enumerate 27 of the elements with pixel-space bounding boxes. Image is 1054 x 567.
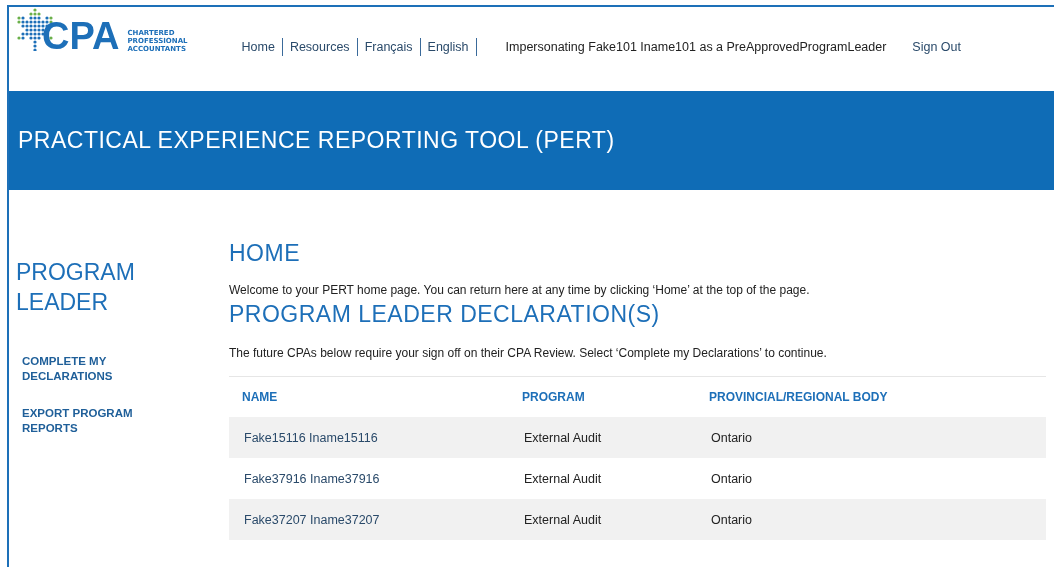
- table-cell: Ontario: [711, 430, 752, 445]
- candidate-link[interactable]: Fake15116 Iname15116: [244, 430, 378, 445]
- welcome-text: Welcome to your PERT home page. You can return here at any time by clicking ‘Home’ at the top of the page.: [229, 283, 811, 297]
- table-cell: External Audit: [524, 471, 602, 486]
- column-header: PROVINCIAL/REGIONAL BODY: [696, 376, 1046, 417]
- table-cell: Ontario: [711, 471, 752, 486]
- candidate-link[interactable]: Fake37207 Iname37207: [244, 512, 380, 527]
- impersonation-text: Impersonating Fake101 Iname101 as a PreApprovedProgramLeader: [505, 40, 887, 54]
- page-heading: HOME: [229, 240, 301, 267]
- column-header: PROGRAM: [509, 376, 696, 417]
- candidate-link[interactable]: Fake37916 Iname37916: [244, 471, 380, 486]
- banner-title: PRACTICAL EXPERIENCE REPORTING TOOL (PERT): [18, 127, 615, 154]
- nav-link[interactable]: Home: [241, 40, 275, 54]
- section-heading: PROGRAM LEADER DECLARATION(S): [229, 301, 661, 328]
- sidebar-title: PROGRAM LEADER: [16, 258, 136, 317]
- table-cell: External Audit: [524, 512, 602, 527]
- nav-link[interactable]: Français: [364, 40, 413, 54]
- sidebar-link[interactable]: EXPORT PROGRAM REPORTS: [22, 405, 142, 436]
- column-header: NAME: [229, 376, 509, 417]
- sidebar-link[interactable]: COMPLETE MY DECLARATIONS: [22, 353, 142, 384]
- sign-out-link[interactable]: Sign Out: [912, 40, 961, 54]
- nav-link[interactable]: Resources: [289, 40, 350, 54]
- nav-link[interactable]: English: [427, 40, 469, 54]
- table-cell: External Audit: [524, 430, 602, 445]
- instruction-text: The future CPAs below require your sign off on their CPA Review. Select ‘Complete my Declarations’ to continue.: [229, 346, 828, 360]
- table-cell: Ontario: [711, 512, 752, 527]
- logo-wordmark: CPA: [42, 17, 120, 55]
